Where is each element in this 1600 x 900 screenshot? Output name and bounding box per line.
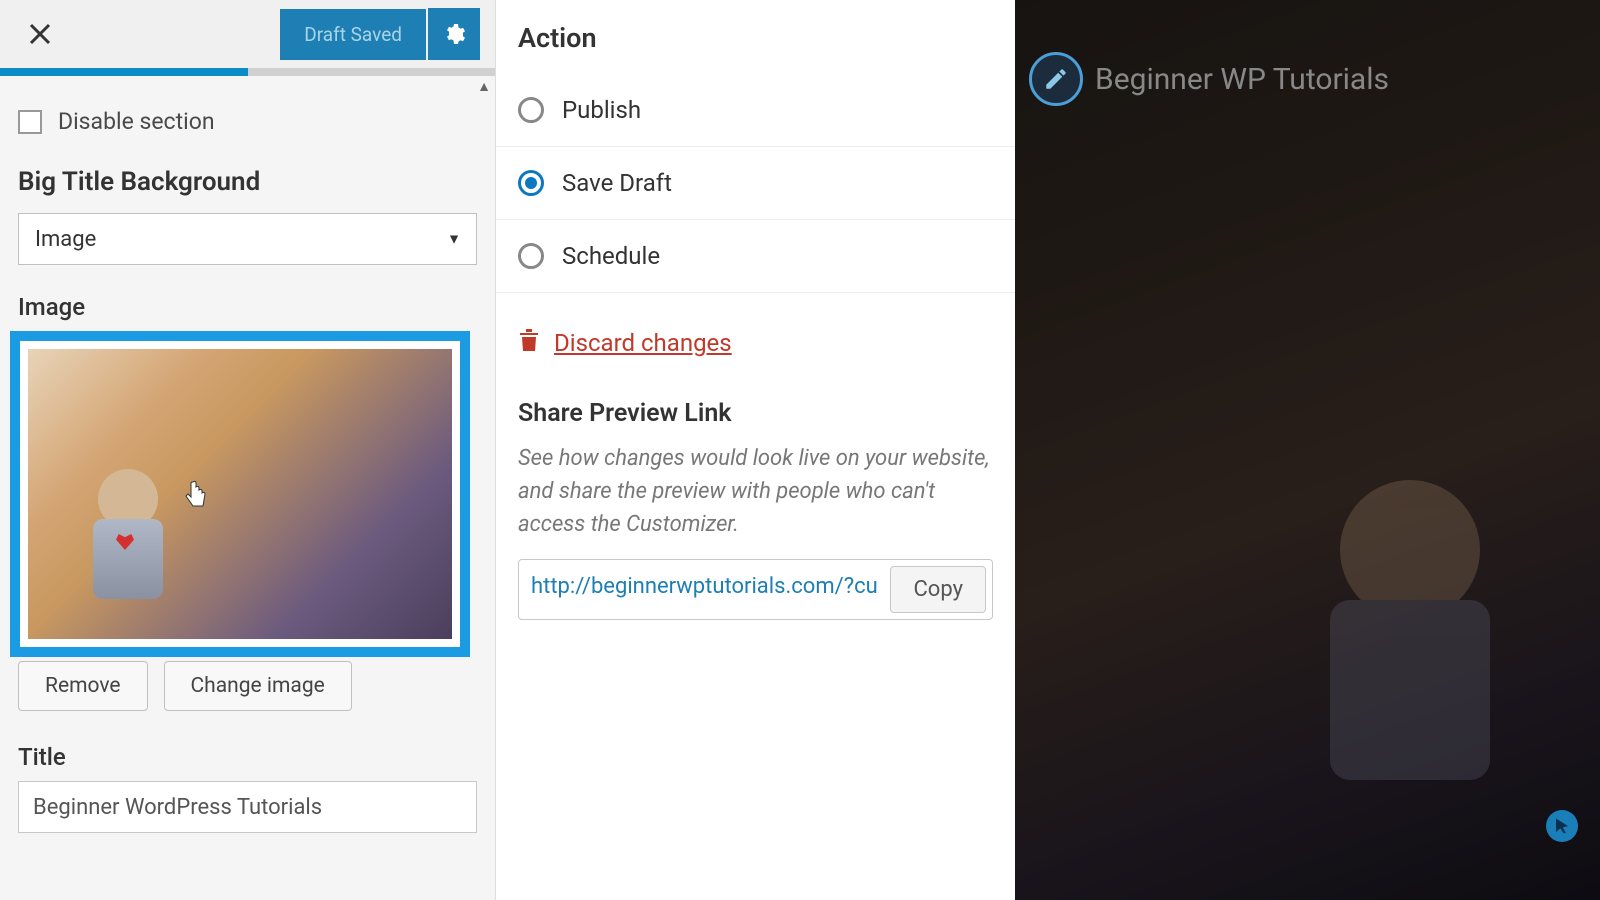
- big-title-bg-heading: Big Title Background: [18, 167, 477, 197]
- preview-cursor-button[interactable]: [1546, 810, 1578, 842]
- remove-image-button[interactable]: Remove: [18, 661, 148, 711]
- close-icon: [29, 23, 51, 45]
- hand-cursor-icon: [183, 479, 207, 511]
- title-input[interactable]: [18, 781, 477, 833]
- disable-section-checkbox[interactable]: [18, 110, 42, 134]
- divider: [496, 292, 1015, 293]
- pencil-icon: [1043, 66, 1069, 92]
- radio-circle-schedule: [518, 243, 544, 269]
- share-link-row: http://beginnerwptutorials.com/?cu Copy: [518, 559, 993, 620]
- arrow-cursor-icon: [1553, 817, 1571, 835]
- draft-saved-button[interactable]: Draft Saved: [280, 9, 426, 60]
- title-field-label: Title: [18, 743, 477, 771]
- close-button[interactable]: [15, 9, 65, 59]
- preview-bg-teddy-icon: [1260, 440, 1560, 840]
- radio-schedule[interactable]: Schedule: [518, 224, 993, 288]
- settings-gear-button[interactable]: [428, 8, 480, 60]
- sidebar-header: Draft Saved: [0, 0, 495, 68]
- edit-shortcut-button[interactable]: [1029, 52, 1083, 106]
- bg-type-selected: Image: [35, 227, 96, 252]
- sidebar-body: Disable section Big Title Background Ima…: [0, 76, 495, 900]
- disable-section-label: Disable section: [58, 108, 215, 135]
- gear-icon: [442, 22, 466, 46]
- disable-section-row[interactable]: Disable section: [18, 108, 477, 135]
- trash-icon: [518, 327, 540, 359]
- copy-button[interactable]: Copy: [890, 566, 986, 613]
- preview-header: Beginner WP Tutorials: [1029, 52, 1389, 106]
- radio-label-publish: Publish: [562, 96, 641, 124]
- customizer-sidebar: Draft Saved ▲ Disable section Big Title …: [0, 0, 495, 900]
- radio-label-schedule: Schedule: [562, 242, 660, 270]
- action-heading: Action: [518, 22, 993, 54]
- image-preview[interactable]: [28, 349, 452, 639]
- discard-changes-link[interactable]: Discard changes: [518, 327, 993, 359]
- image-field-label: Image: [18, 293, 477, 321]
- preview-site-title: Beginner WP Tutorials: [1095, 62, 1389, 97]
- radio-circle-publish: [518, 97, 544, 123]
- bg-type-select[interactable]: Image ▼: [18, 213, 477, 265]
- site-preview: Beginner WP Tutorials: [1015, 0, 1600, 900]
- action-panel: Action Publish Save Draft Schedule Disca…: [495, 0, 1015, 900]
- draft-saved-label: Draft Saved: [304, 23, 402, 46]
- discard-changes-label: Discard changes: [554, 329, 732, 357]
- share-link-input[interactable]: http://beginnerwptutorials.com/?cu: [519, 560, 884, 619]
- preview-teddy-icon: [78, 469, 198, 629]
- share-preview-description: See how changes would look live on your …: [518, 442, 993, 541]
- radio-save-draft[interactable]: Save Draft: [518, 151, 993, 215]
- image-preview-frame: [10, 331, 470, 657]
- progress-fill: [0, 68, 248, 76]
- progress-bar: [0, 68, 495, 76]
- radio-circle-save-draft: [518, 170, 544, 196]
- radio-label-save-draft: Save Draft: [562, 169, 672, 197]
- share-preview-heading: Share Preview Link: [518, 399, 993, 428]
- divider: [496, 219, 1015, 220]
- radio-publish[interactable]: Publish: [518, 78, 993, 142]
- change-image-button[interactable]: Change image: [164, 661, 352, 711]
- image-button-row: Remove Change image: [18, 661, 477, 711]
- divider: [496, 146, 1015, 147]
